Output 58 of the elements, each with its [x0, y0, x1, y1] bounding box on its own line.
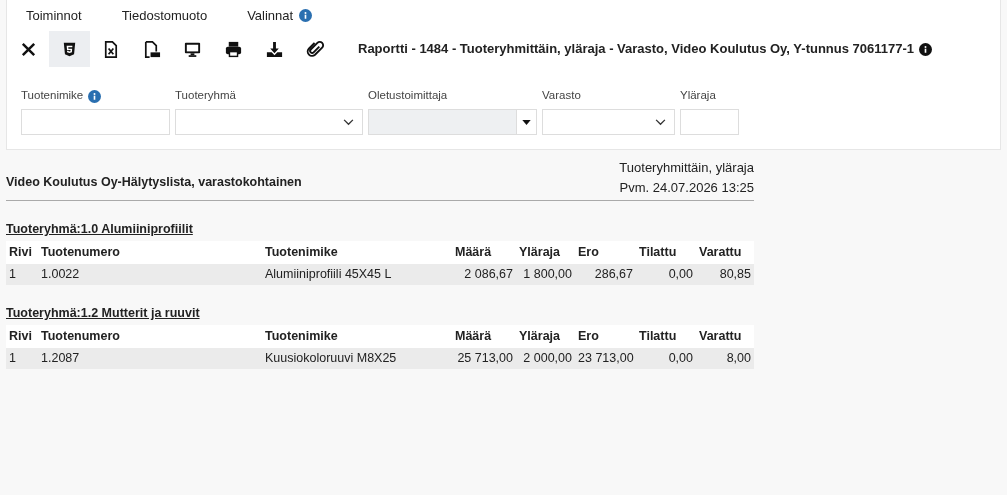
- caret-down-icon: [522, 119, 531, 125]
- info-icon[interactable]: [919, 42, 933, 56]
- report-date: Pvm. 24.07.2026 13:25: [619, 179, 754, 197]
- html5-button[interactable]: [49, 31, 90, 67]
- table-cell: 1.0022: [38, 263, 262, 285]
- column-header: Rivi: [6, 240, 38, 264]
- dropdown-field[interactable]: [542, 109, 675, 135]
- report-heading: Video Koulutus Oy-Hälytyslista, varastokohtainen: [6, 174, 302, 192]
- table-cell: Kuusiokoloruuvi M8X25: [262, 347, 452, 369]
- column-header: Ero: [575, 324, 636, 348]
- menu-item[interactable]: Tiedostomuoto: [121, 5, 208, 26]
- printer-icon: [224, 39, 243, 59]
- table-cell: 0,00: [636, 347, 696, 369]
- table-cell: 8,00: [696, 347, 754, 369]
- paperclip-icon: [306, 39, 325, 59]
- table-cell: 0,00: [636, 263, 696, 285]
- report-title: Raportti - 1484 - Tuoteryhmittäin, yläraja - Varasto, Video Koulutus Oy, Y-tunnus 7061177-1: [358, 40, 915, 59]
- dropdown-field[interactable]: [175, 109, 363, 135]
- table-cell: 2 086,67: [452, 263, 516, 285]
- report-subtitle: Tuoteryhmittäin, yläraja: [619, 159, 754, 177]
- table-cell: Alumiiniprofiili 45X45 L: [262, 263, 452, 285]
- field-label: Oletustoimittaja: [368, 88, 448, 104]
- column-header: Tuotenimike: [262, 240, 452, 264]
- input-field[interactable]: [680, 109, 739, 135]
- table-cell: 1.2087: [38, 347, 262, 369]
- column-header: Määrä: [452, 324, 516, 348]
- field-label: Yläraja: [680, 88, 716, 104]
- field-label: Tuotenimike: [21, 88, 84, 104]
- menu-item[interactable]: Toiminnot: [26, 5, 82, 26]
- table-cell: 23 713,00: [575, 347, 636, 369]
- chevron-down-icon: [343, 118, 354, 126]
- column-header: Määrä: [452, 240, 516, 264]
- column-header: Tuotenumero: [38, 240, 262, 264]
- table-cell: 25 713,00: [452, 347, 516, 369]
- table-cell: 1 800,00: [516, 263, 575, 285]
- group-heading: Tuoteryhmä:1.0 Alumiiniprofiilit: [6, 221, 194, 238]
- column-header: Tuotenumero: [38, 324, 262, 348]
- column-header: Ero: [575, 240, 636, 264]
- column-header: Yläraja: [516, 324, 575, 348]
- menu-item[interactable]: Valinnat: [247, 5, 294, 26]
- table-cell: 1: [6, 347, 38, 369]
- table-cell: 286,67: [575, 263, 636, 285]
- column-header: Tuotenimike: [262, 324, 452, 348]
- field-label: Tuoteryhmä: [175, 88, 236, 104]
- column-header: Tilattu: [636, 240, 696, 264]
- column-header: Tilattu: [636, 324, 696, 348]
- column-header: Varattu: [696, 240, 754, 264]
- column-header: Rivi: [6, 324, 38, 348]
- table-cell: 80,85: [696, 263, 754, 285]
- group-heading: Tuoteryhmä:1.2 Mutterit ja ruuvit: [6, 304, 201, 322]
- table-cell: 2 000,00: [516, 347, 575, 369]
- table-cell: 1: [6, 263, 38, 285]
- download-icon: [265, 39, 284, 59]
- input-field[interactable]: [21, 109, 170, 135]
- column-header: Varattu: [696, 324, 754, 348]
- field-label: Varasto: [542, 88, 581, 104]
- chevron-down-icon: [655, 118, 666, 126]
- column-header: Yläraja: [516, 240, 575, 264]
